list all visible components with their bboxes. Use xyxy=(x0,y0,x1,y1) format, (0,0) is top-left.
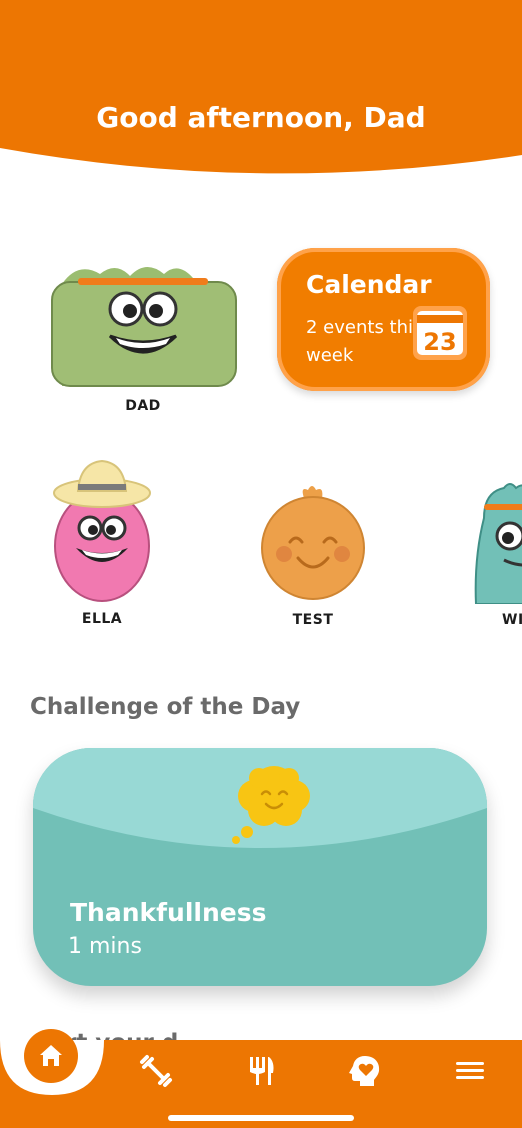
profile-dad[interactable]: DAD xyxy=(48,256,238,416)
header-background xyxy=(0,0,522,174)
home-indicator[interactable] xyxy=(168,1115,354,1121)
thought-bubble-icon xyxy=(232,766,310,844)
partial-avatar xyxy=(474,483,522,605)
home-icon xyxy=(40,1045,62,1066)
challenge-duration: 1 mins xyxy=(68,934,142,959)
test-avatar xyxy=(261,486,365,600)
mind-icon[interactable] xyxy=(348,1054,382,1088)
greeting-title: Good afternoon, Dad xyxy=(96,101,426,134)
profile-ella[interactable]: ELLA xyxy=(50,458,154,628)
profile-name: DAD xyxy=(125,398,161,414)
calendar-card[interactable]: Calendar 2 events this week 23 xyxy=(277,248,490,391)
dad-avatar xyxy=(51,266,237,387)
ella-avatar xyxy=(53,459,151,602)
profile-test[interactable]: TEST xyxy=(260,484,366,630)
profile-partial[interactable]: WI xyxy=(474,478,522,628)
fitness-icon[interactable] xyxy=(139,1054,173,1088)
challenge-card[interactable]: Thankfullness 1 mins xyxy=(33,748,487,986)
calendar-subtitle: 2 events this week xyxy=(306,317,423,366)
calendar-day: 23 xyxy=(423,328,456,356)
profile-name: WI xyxy=(502,612,522,628)
profile-name: TEST xyxy=(292,612,334,628)
calendar-icon: 23 xyxy=(413,306,467,360)
challenge-section-title: Challenge of the Day xyxy=(30,694,301,720)
home-tab-button[interactable] xyxy=(24,1029,78,1083)
calendar-title: Calendar xyxy=(306,270,432,299)
menu-icon[interactable] xyxy=(453,1054,487,1088)
food-icon[interactable] xyxy=(244,1054,278,1088)
header: Good afternoon, Dad xyxy=(0,0,522,180)
profile-name: ELLA xyxy=(81,611,123,627)
challenge-title: Thankfullness xyxy=(70,898,267,927)
